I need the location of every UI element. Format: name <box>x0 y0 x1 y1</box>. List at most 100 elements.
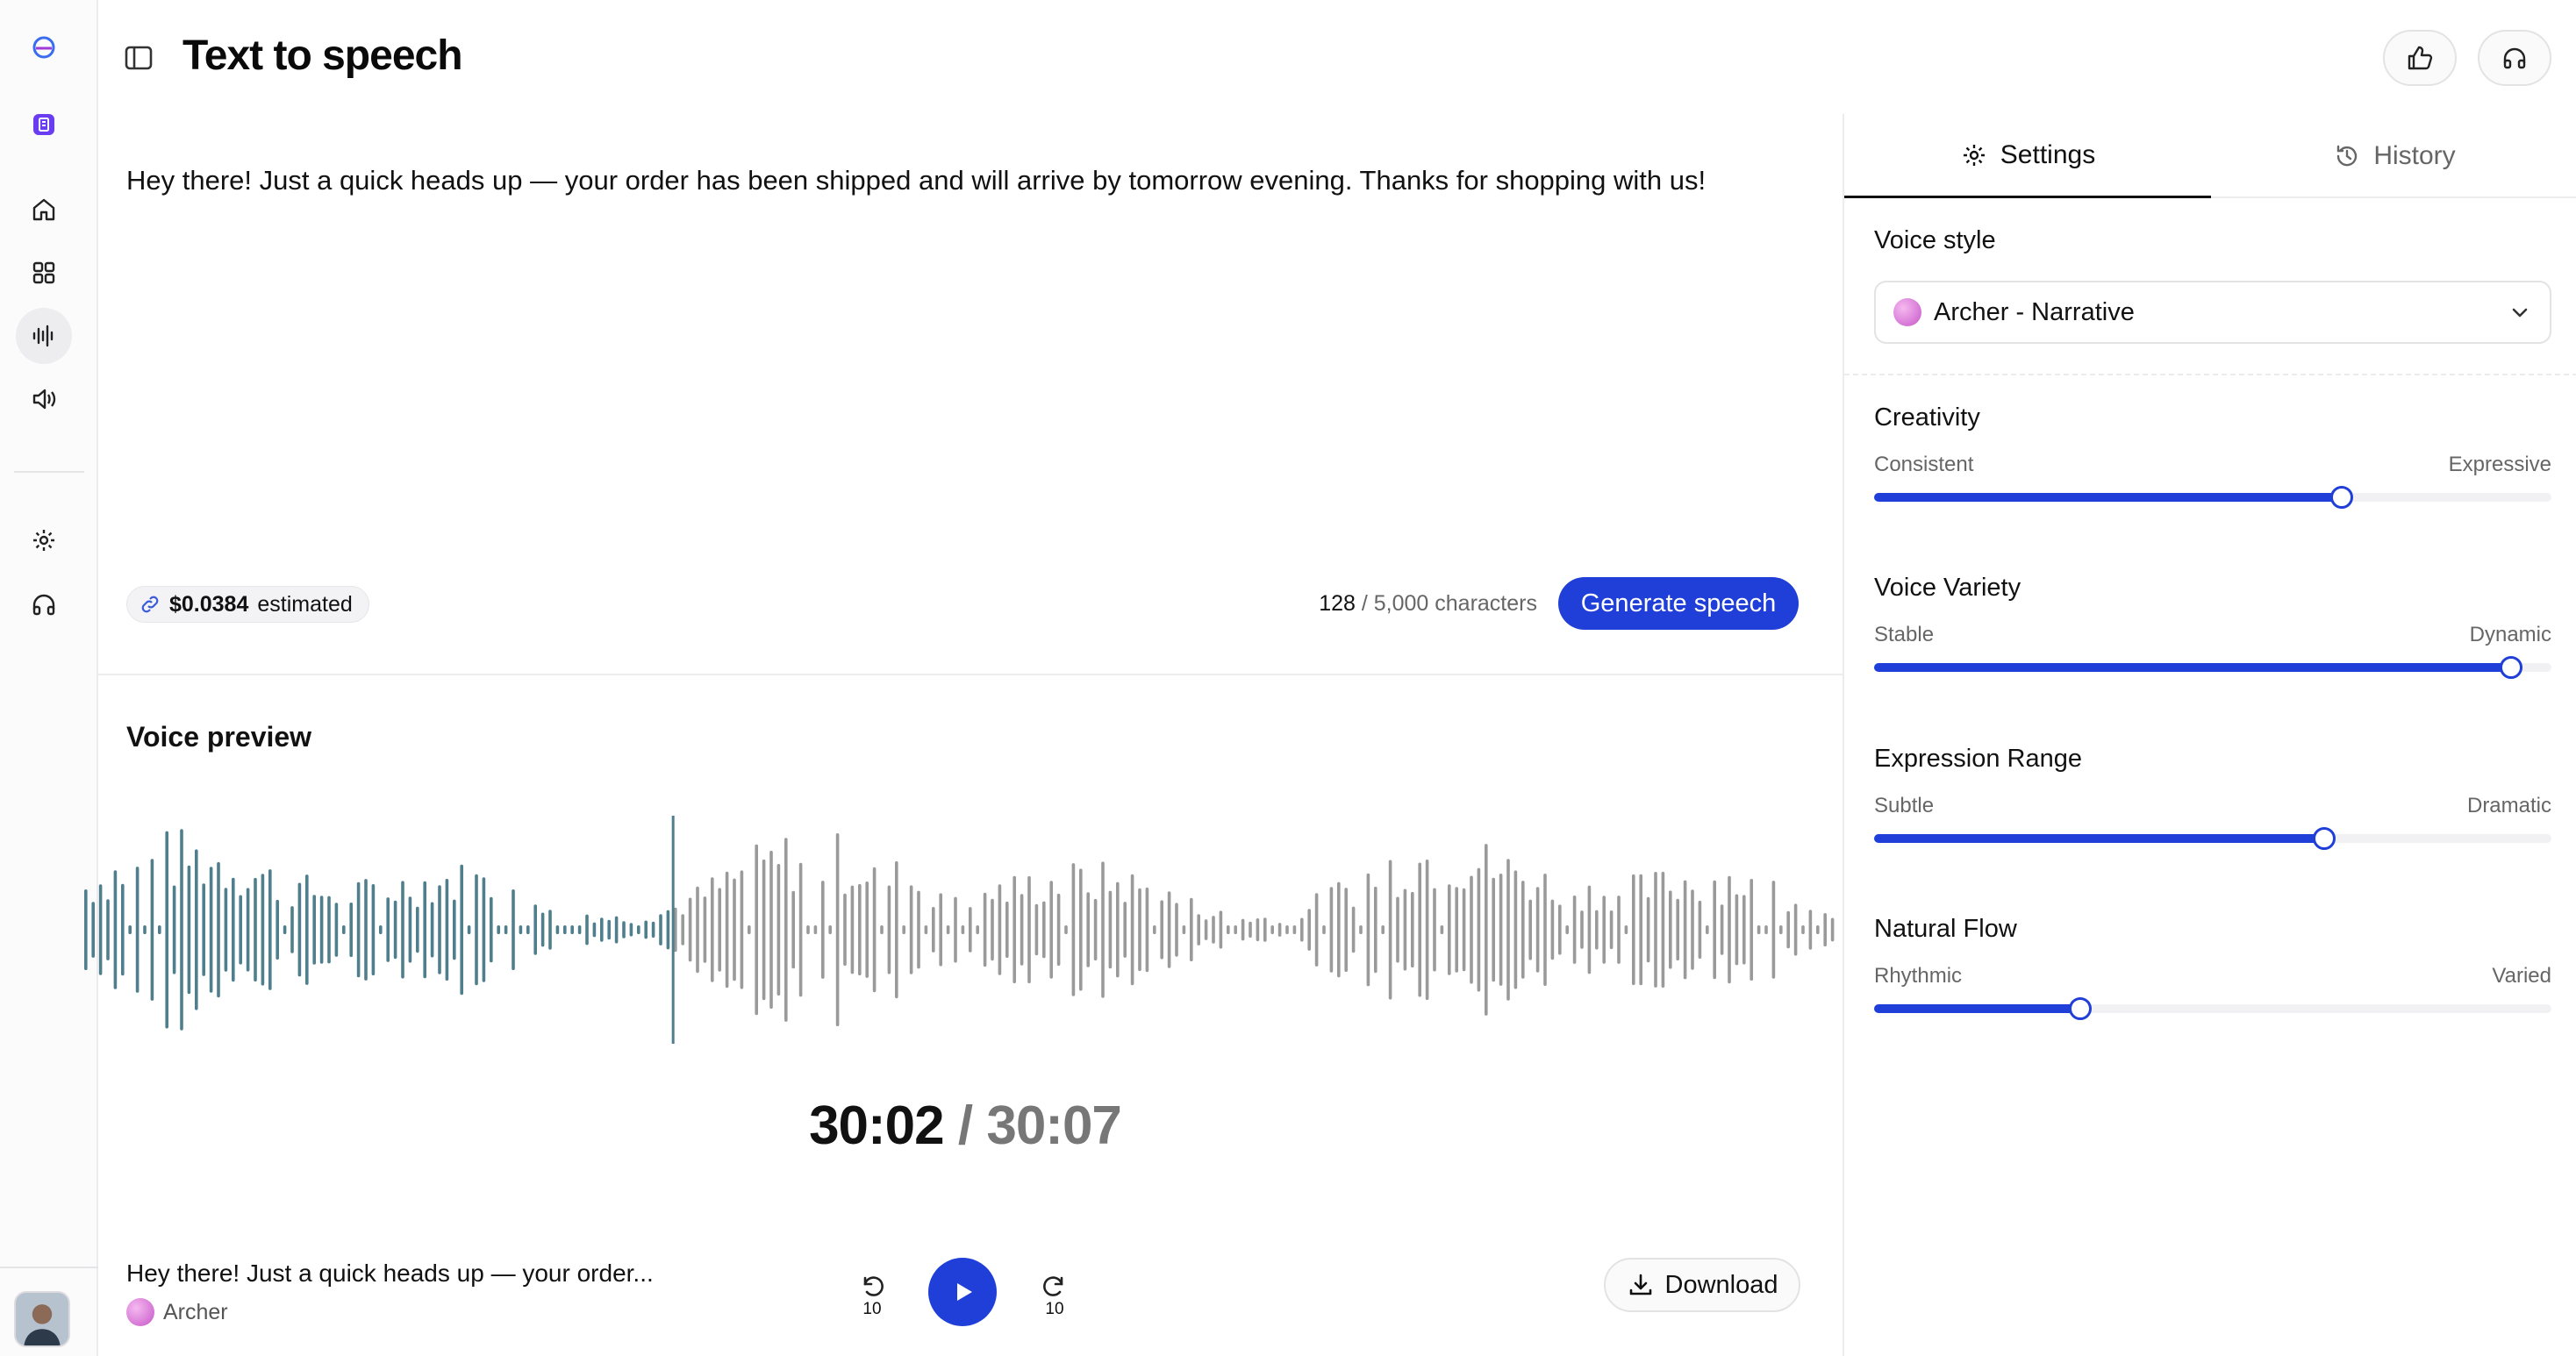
waveform-bar <box>696 886 699 974</box>
waveform-bar <box>512 889 515 970</box>
waveform-bar <box>386 897 390 962</box>
waveform-bar <box>1595 910 1599 950</box>
waveform-bar <box>1396 896 1399 963</box>
waveform-bar <box>1034 903 1039 956</box>
tab-settings[interactable]: Settings <box>1844 114 2211 198</box>
waveform-bar <box>939 893 942 967</box>
waveform-icon[interactable] <box>16 308 72 364</box>
tab-history[interactable]: History <box>2211 114 2576 198</box>
slider-track[interactable] <box>1874 997 2551 1020</box>
home-icon[interactable] <box>16 182 72 238</box>
slider-track[interactable] <box>1874 486 2551 509</box>
slider-thumb[interactable] <box>2313 827 2336 850</box>
cost-value: $0.0384 <box>169 591 249 617</box>
waveform-bar <box>548 910 552 950</box>
feedback-button[interactable] <box>2383 30 2457 86</box>
track-title: Hey there! Just a quick heads up — your … <box>126 1260 654 1287</box>
waveform-bar <box>1550 899 1555 960</box>
waveform-bar <box>408 896 412 963</box>
slider-track[interactable] <box>1874 827 2551 850</box>
waveform-bar <box>813 925 818 934</box>
waveform-bar <box>519 925 523 934</box>
slider-label: Expression Range <box>1874 745 2082 773</box>
waveform-bar <box>1093 898 1098 960</box>
slider-thumb[interactable] <box>2499 656 2522 679</box>
slider-min-label: Consistent <box>1874 453 1974 476</box>
voice-preview-title: Voice preview <box>126 721 312 753</box>
text-input[interactable]: Hey there! Just a quick heads up — your … <box>126 161 1793 200</box>
panel-tabs: Settings History <box>1844 114 2576 198</box>
waveform-bar <box>1322 925 1326 934</box>
waveform-bar <box>327 896 331 964</box>
waveform-bar <box>1160 900 1163 960</box>
waveform[interactable] <box>84 807 1839 1053</box>
waveform-bar <box>1167 891 1171 968</box>
rewind-icon <box>863 1276 884 1296</box>
slider-thumb[interactable] <box>2329 486 2353 509</box>
waveform-bar <box>629 923 633 937</box>
voice-style-select[interactable]: Archer - Narrative <box>1874 281 2551 344</box>
waveform-bar <box>961 925 965 934</box>
waveform-bar <box>526 925 530 934</box>
skip-back-seconds: 10 <box>862 1300 882 1318</box>
voice-avatar-icon <box>126 1298 154 1326</box>
skip-back-button[interactable]: 10 <box>848 1272 897 1321</box>
waveform-bar <box>1277 923 1282 937</box>
waveform-bar <box>239 895 242 965</box>
waveform-bar <box>1079 868 1083 991</box>
waveform-bar <box>798 862 803 997</box>
support-button[interactable] <box>2478 30 2551 86</box>
waveform-bar <box>555 925 560 934</box>
logo-icon[interactable] <box>16 19 72 75</box>
waveform-bar <box>887 885 891 974</box>
waveform-bar <box>1249 921 1252 938</box>
waveform-bar <box>1071 863 1076 996</box>
headphones-icon[interactable] <box>16 576 72 632</box>
waveform-bar <box>865 881 869 978</box>
waveform-bar <box>1646 896 1650 963</box>
play-button[interactable] <box>928 1258 997 1326</box>
waveform-bar <box>614 916 619 944</box>
slider-thumb[interactable] <box>2069 997 2093 1020</box>
slider-fill <box>1874 663 2511 672</box>
slider-range-labels: Rhythmic Varied <box>1874 964 2551 988</box>
avatar[interactable] <box>14 1291 70 1347</box>
waveform-bar <box>128 925 132 934</box>
waveform-bar <box>1116 881 1120 978</box>
waveform-bar <box>954 896 957 963</box>
slider-max-label: Expressive <box>2448 453 2551 476</box>
generate-speech-button[interactable]: Generate speech <box>1558 577 1799 630</box>
waveform-bar <box>1256 918 1260 942</box>
workspace-icon[interactable] <box>16 96 72 153</box>
slider-track[interactable] <box>1874 656 2551 679</box>
waveform-bar <box>1212 916 1215 944</box>
waveform-bar <box>651 921 655 938</box>
sidebar-toggle-icon[interactable] <box>123 42 154 74</box>
settings-icon[interactable] <box>16 512 72 568</box>
rail-divider <box>14 471 84 473</box>
waveform-bar <box>733 878 736 981</box>
waveform-bar <box>1108 890 1113 969</box>
chevron-down-icon <box>2512 308 2528 318</box>
waveform-bar <box>312 895 316 965</box>
waveform-bar <box>1706 925 1709 934</box>
download-button[interactable]: Download <box>1604 1258 1800 1312</box>
slider-label: Voice Variety <box>1874 574 2021 602</box>
waveform-bar <box>983 892 987 967</box>
speaker-icon[interactable] <box>16 371 72 427</box>
waveform-bar <box>1572 896 1577 964</box>
waveform-bar <box>1292 925 1297 934</box>
waveform-bar <box>1270 925 1274 934</box>
waveform-bar <box>1683 880 1687 980</box>
waveform-bar <box>98 884 103 975</box>
waveform-bar <box>460 864 463 996</box>
slider-label: Creativity <box>1874 403 1980 432</box>
waveform-bar <box>1764 925 1768 934</box>
waveform-bar <box>1669 890 1672 969</box>
skip-forward-button[interactable]: 10 <box>1030 1272 1079 1321</box>
grid-icon[interactable] <box>16 245 72 301</box>
waveform-bar <box>504 925 508 934</box>
waveform-bar <box>688 897 692 962</box>
waveform-bar <box>1521 881 1525 979</box>
voice-avatar-icon <box>1893 298 1921 326</box>
